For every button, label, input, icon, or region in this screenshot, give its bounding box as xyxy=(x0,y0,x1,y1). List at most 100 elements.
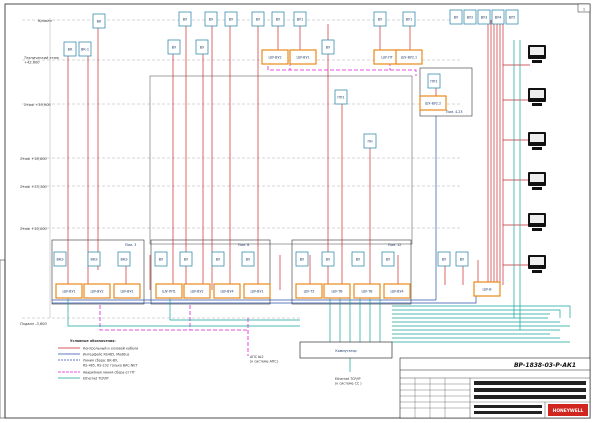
field-device: ВУ xyxy=(154,251,168,267)
company-logo: HONEYWELL xyxy=(553,408,584,414)
controller-box: ШУ-ВУ2 xyxy=(183,283,211,299)
group-label: Пом. 4.23 xyxy=(446,110,462,114)
field-device-label: ВК xyxy=(68,48,73,52)
controller-label: ШУ-ВУ2.1 xyxy=(401,56,417,60)
field-device: ВУ4 xyxy=(491,9,505,25)
legend-item: Аварийная линия сбора от ПТ xyxy=(83,371,136,375)
field-devices: ВКВК ВК-1ВУ ВУ2 ВУ3 ВУ4 ВУ5ВУ ВУВУ ВУВУ ВУ ВУ ВУ1В… xyxy=(53,9,519,267)
field-device: ВУ xyxy=(195,39,209,55)
controller-box: ШУ-ВУ4 xyxy=(383,283,411,299)
controller-label: ШУ-ВУ2 xyxy=(190,290,203,294)
controller-label: ШУ-ТЗ xyxy=(304,290,315,294)
controller-label: ШУ-ТВ xyxy=(332,290,344,294)
network-switch-label: Коммутатор xyxy=(335,349,356,353)
field-device: ВУ5 xyxy=(505,9,519,25)
workstation-icon xyxy=(528,132,546,150)
field-device-label: ВУ1 xyxy=(406,18,413,22)
group-label: Пом. 12 xyxy=(388,243,401,247)
group-label: Пом. 8 xyxy=(238,243,249,247)
field-device: ВУ xyxy=(224,11,238,27)
field-device: ВУ1 xyxy=(293,11,307,27)
field-device: ВКЭ xyxy=(53,251,67,267)
controller-box: ШУ-ВУ4 xyxy=(213,283,241,299)
controller-box: ШУ-ВУ1 xyxy=(289,49,317,65)
field-device-label: ВУ3 xyxy=(481,16,488,20)
field-device: ВУ1 xyxy=(402,11,416,27)
controller-box: ШУ-ВУ2 xyxy=(83,283,111,299)
legend-item: RS-485, RS-232 только BAC-NET xyxy=(83,364,138,368)
field-device-label: ПН xyxy=(367,140,373,144)
note-aps: АПС №2 (к системе АПС) xyxy=(250,355,278,363)
controller-box: ШУ-ТЗ xyxy=(295,283,323,299)
controller-box: ШУ-ТВ xyxy=(353,283,381,299)
controller-label: ШУ-ВУ1 xyxy=(62,290,75,294)
field-device: ПП1 xyxy=(427,73,441,89)
controller-box: ШУ-ПП1 xyxy=(155,283,183,299)
controller-box: ШУ-ВУ2 xyxy=(261,49,289,65)
schematic-sheet: 1 Кровля Технический этаж +42,600 Этаж +3… xyxy=(0,3,591,419)
legend-item: Ethernet TCP/IP xyxy=(83,377,108,381)
workstation-icon xyxy=(528,172,546,190)
controller-label: ШУ-ТВ xyxy=(362,290,374,294)
controller-box: ШУ-ВУ2.2 xyxy=(419,95,447,111)
workstations xyxy=(528,45,546,273)
legend-item: Контрольный и силовой кабели xyxy=(83,347,138,351)
field-device: ВУ xyxy=(179,251,193,267)
field-device: ВУ xyxy=(455,251,469,267)
field-device: ВУ2 xyxy=(463,9,477,25)
controller-label: ШУ-ПТ xyxy=(381,56,393,60)
sheet-number: 1 xyxy=(583,8,585,12)
field-device-label: ПП1 xyxy=(430,80,437,84)
field-device: ВУ xyxy=(295,251,309,267)
field-device: ВУ xyxy=(373,11,387,27)
controller-label: ШУ-В xyxy=(483,288,493,292)
level-label: Этаж +36,600 xyxy=(19,157,47,161)
field-device: ВУ xyxy=(167,39,181,55)
controller-label: ШУ-ВУ2 xyxy=(268,56,281,60)
controller-box: ШУ-ВУ1 xyxy=(113,283,141,299)
controller-label: ШУ-ПП1 xyxy=(162,290,176,294)
field-device-label: ВУ5 xyxy=(509,16,516,20)
drawing-code: ВР-1838-03-Р-АК1 xyxy=(514,362,576,369)
field-device: ПН xyxy=(363,133,377,149)
field-device-label: ПП1 xyxy=(337,96,344,100)
field-device-label: ВК-1 xyxy=(81,48,89,52)
trunk-lines xyxy=(487,20,530,285)
field-device-label: ВКЭ xyxy=(56,258,64,262)
field-device: ВУ3 xyxy=(477,9,491,25)
field-device: ВУ xyxy=(251,11,265,27)
field-device-label: ВУ2 xyxy=(467,16,474,20)
controller-label: ШУ-ВУ1 xyxy=(250,290,263,294)
field-device-label: ВУ4 xyxy=(495,16,502,20)
level-label: Подвал -3,600 xyxy=(20,322,47,326)
field-device-label: ВКЭ xyxy=(90,258,98,262)
field-device: ВУ xyxy=(321,39,335,55)
field-device: ПП1 xyxy=(334,89,348,105)
field-device: ВК xyxy=(63,41,77,57)
controller-box: ШУ-В xyxy=(473,281,501,297)
controller-box: ШУ-ВУ2.1 xyxy=(395,49,423,65)
workstation-icon xyxy=(528,88,546,106)
workstation-icon xyxy=(528,255,546,273)
group-label: Пом. 3 xyxy=(125,243,136,247)
field-device: ВУ xyxy=(204,11,218,27)
field-device: ВУ xyxy=(351,251,365,267)
controller-label: ШУ-ВУ1 xyxy=(296,56,309,60)
bus-lines xyxy=(52,116,477,304)
level-label: Этаж +33,300 xyxy=(19,185,47,189)
field-device: ВКЭ xyxy=(87,251,101,267)
controller-label: ШУ-ВУ2.2 xyxy=(425,102,441,106)
controller-label: ШУ-ВУ1 xyxy=(120,290,133,294)
workstation-icon xyxy=(528,45,546,63)
level-label: Этаж +30,000 xyxy=(19,227,47,231)
field-device: ВУ xyxy=(271,11,285,27)
title-block: ВР-1838-03-Р-АК1 HONEYWELL xyxy=(399,357,591,419)
legend-item: Линия сбора: ВК-ВУ, xyxy=(83,359,118,363)
ethernet-lines xyxy=(67,40,571,372)
controller-label: ШУ-ВУ2 xyxy=(90,290,103,294)
field-device-label: ВУ1 xyxy=(297,18,304,22)
legend-item: Интерфейс RS485, ModBus xyxy=(83,353,130,357)
levels: Кровля Технический этаж +42,600 Этаж +39,… xyxy=(19,19,460,326)
controller-label: ШУ-ВУ4 xyxy=(390,290,403,294)
binding-strip xyxy=(0,259,6,419)
